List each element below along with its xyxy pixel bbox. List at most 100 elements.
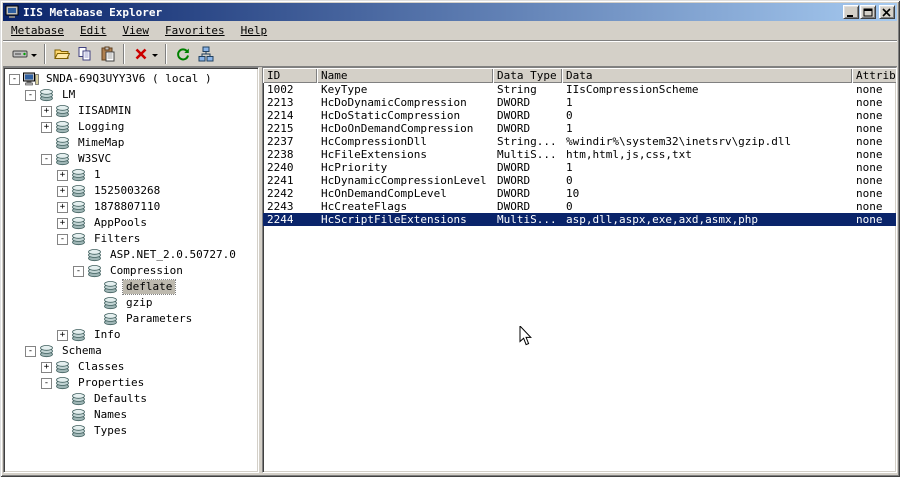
- open-button[interactable]: [50, 43, 73, 65]
- tree-item-deflate[interactable]: deflate: [5, 279, 258, 295]
- metabase-key-icon: [55, 119, 71, 135]
- tree-item-1878807110[interactable]: +1878807110: [5, 199, 258, 215]
- tree-item-w3svc[interactable]: - W3SVC: [5, 151, 258, 167]
- table-cell: DWORD: [497, 200, 531, 213]
- column-header-attributes[interactable]: Attributes: [852, 68, 896, 83]
- table-row-2240[interactable]: 2240 HcPriority DWORD 1 none: [263, 161, 896, 174]
- list-view: ID Name Data Type Data Attributes 1002 Ke…: [262, 67, 897, 473]
- menu-item-metabase[interactable]: Metabase: [3, 22, 72, 39]
- tree-item-parameters[interactable]: Parameters: [5, 311, 258, 327]
- tree-item-logging[interactable]: + Logging: [5, 119, 258, 135]
- table-row-2213[interactable]: 2213 HcDoDynamicCompression DWORD 1 none: [263, 96, 896, 109]
- tree-item-label: Classes: [78, 360, 125, 373]
- column-header-data[interactable]: Data: [562, 68, 852, 83]
- network-button[interactable]: [194, 43, 217, 65]
- collapse-minus-icon[interactable]: -: [25, 345, 36, 357]
- copy-icon: [77, 46, 93, 62]
- column-header-name[interactable]: Name: [317, 68, 493, 83]
- tree-item-properties[interactable]: - Properties: [5, 375, 258, 391]
- collapse-minus-icon[interactable]: -: [25, 89, 36, 101]
- tree-item-label: Filters: [94, 232, 141, 245]
- minimize-icon: [847, 14, 853, 17]
- menu-item-view[interactable]: View: [114, 22, 157, 39]
- expand-plus-icon[interactable]: +: [57, 185, 68, 197]
- tree-item-compression[interactable]: - Compression: [5, 263, 258, 279]
- expand-plus-icon[interactable]: +: [57, 201, 68, 213]
- metabase-key-icon: [71, 423, 87, 439]
- column-header-data-type[interactable]: Data Type: [493, 68, 562, 83]
- expand-plus-icon[interactable]: +: [41, 121, 52, 133]
- table-cell: none: [856, 96, 883, 109]
- tree-item-classes[interactable]: + Classes: [5, 359, 258, 375]
- tree-item-label: 1: [94, 168, 101, 181]
- expand-plus-icon[interactable]: +: [41, 361, 52, 373]
- menu-item-edit[interactable]: Edit: [72, 22, 115, 39]
- dropdown-arrow-icon[interactable]: [152, 53, 158, 60]
- table-row-2241[interactable]: 2241 HcDynamicCompressionLevel DWORD 0 none: [263, 174, 896, 187]
- tree-item-snda-69q3uyy3v6-local[interactable]: - SNDA-69Q3UYY3V6 ( local ): [5, 71, 258, 87]
- metabase-key-icon: [103, 311, 119, 327]
- tree-item-label: ASP.NET_2.0.50727.0: [110, 248, 236, 261]
- metabase-key-icon: [71, 231, 87, 247]
- expand-plus-icon[interactable]: +: [57, 169, 68, 181]
- expand-plus-icon[interactable]: +: [57, 217, 68, 229]
- collapse-minus-icon[interactable]: -: [41, 377, 52, 389]
- table-row-2237[interactable]: 2237 HcCompressionDll String... %windir%\sy…: [263, 135, 896, 148]
- table-row-2214[interactable]: 2214 HcDoStaticCompression DWORD 0 none: [263, 109, 896, 122]
- table-cell: HcCompressionDll: [321, 135, 427, 148]
- table-cell: DWORD: [497, 187, 531, 200]
- paste-button[interactable]: [96, 43, 119, 65]
- table-cell: MultiS...: [497, 213, 557, 226]
- tree-item-types[interactable]: Types: [5, 423, 258, 439]
- delete-button[interactable]: [129, 43, 152, 65]
- expand-plus-icon[interactable]: +: [41, 105, 52, 117]
- tree-item-info[interactable]: + Info: [5, 327, 258, 343]
- metabase-key-icon: [71, 407, 87, 423]
- table-row-2243[interactable]: 2243 HcCreateFlags DWORD 0 none: [263, 200, 896, 213]
- tree-item-apppools[interactable]: + AppPools: [5, 215, 258, 231]
- tree-item-1525003268[interactable]: +1525003268: [5, 183, 258, 199]
- tree-item-names[interactable]: Names: [5, 407, 258, 423]
- tree-item-filters[interactable]: - Filters: [5, 231, 258, 247]
- table-row-2242[interactable]: 2242 HcOnDemandCompLevel DWORD 10 none: [263, 187, 896, 200]
- tree-item-defaults[interactable]: Defaults: [5, 391, 258, 407]
- tree-item-lm[interactable]: - LM: [5, 87, 258, 103]
- main-area: - SNDA-69Q3UYY3V6 ( local ) - LM + IISADMIN + L…: [3, 67, 897, 473]
- column-header-id[interactable]: ID: [263, 68, 317, 83]
- menu-item-favorites[interactable]: Favorites: [157, 22, 233, 39]
- connect-button[interactable]: [8, 43, 31, 65]
- tree-item-iisadmin[interactable]: + IISADMIN: [5, 103, 258, 119]
- table-row-2238[interactable]: 2238 HcFileExtensions MultiS... htm,html,js…: [263, 148, 896, 161]
- copy-button[interactable]: [73, 43, 96, 65]
- tree-item-asp-net-2-0-50727-0[interactable]: ASP.NET_2.0.50727.0: [5, 247, 258, 263]
- collapse-minus-icon[interactable]: -: [41, 153, 52, 165]
- tree-item-label: Names: [94, 408, 128, 421]
- table-row-2215[interactable]: 2215 HcDoOnDemandCompression DWORD 1 none: [263, 122, 896, 135]
- tree-item-1[interactable]: +1: [5, 167, 258, 183]
- tree-item-schema[interactable]: - Schema: [5, 343, 258, 359]
- table-row-1002[interactable]: 1002 KeyType String IIsCompressionScheme non…: [263, 83, 896, 96]
- tree-item-gzip[interactable]: gzip: [5, 295, 258, 311]
- tree-item-mimemap[interactable]: MimeMap: [5, 135, 258, 151]
- maximize-button[interactable]: [860, 5, 876, 19]
- table-row-2244[interactable]: 2244 HcScriptFileExtensions MultiS... asp,d…: [263, 213, 896, 226]
- collapse-minus-icon[interactable]: -: [73, 265, 84, 277]
- tree-item-label: SNDA-69Q3UYY3V6 ( local ): [46, 72, 212, 85]
- collapse-minus-icon[interactable]: -: [9, 73, 20, 85]
- table-cell: 1: [566, 161, 573, 174]
- folder-open-icon: [53, 46, 70, 62]
- minimize-button[interactable]: [843, 5, 859, 19]
- refresh-button[interactable]: [171, 43, 194, 65]
- dropdown-arrow-icon[interactable]: [31, 53, 37, 60]
- close-button[interactable]: [879, 5, 895, 19]
- metabase-key-icon: [71, 199, 87, 215]
- expand-plus-icon[interactable]: +: [57, 329, 68, 341]
- metabase-key-icon: [55, 135, 71, 151]
- collapse-minus-icon[interactable]: -: [57, 233, 68, 245]
- titlebar[interactable]: IIS Metabase Explorer: [3, 3, 897, 21]
- list-body: 1002 KeyType String IIsCompressionScheme non…: [263, 83, 896, 472]
- app-icon: [5, 5, 19, 19]
- table-cell: HcFileExtensions: [321, 148, 427, 161]
- app-window: IIS Metabase Explorer Metabase Edit View…: [0, 0, 900, 477]
- menu-item-help[interactable]: Help: [233, 22, 276, 39]
